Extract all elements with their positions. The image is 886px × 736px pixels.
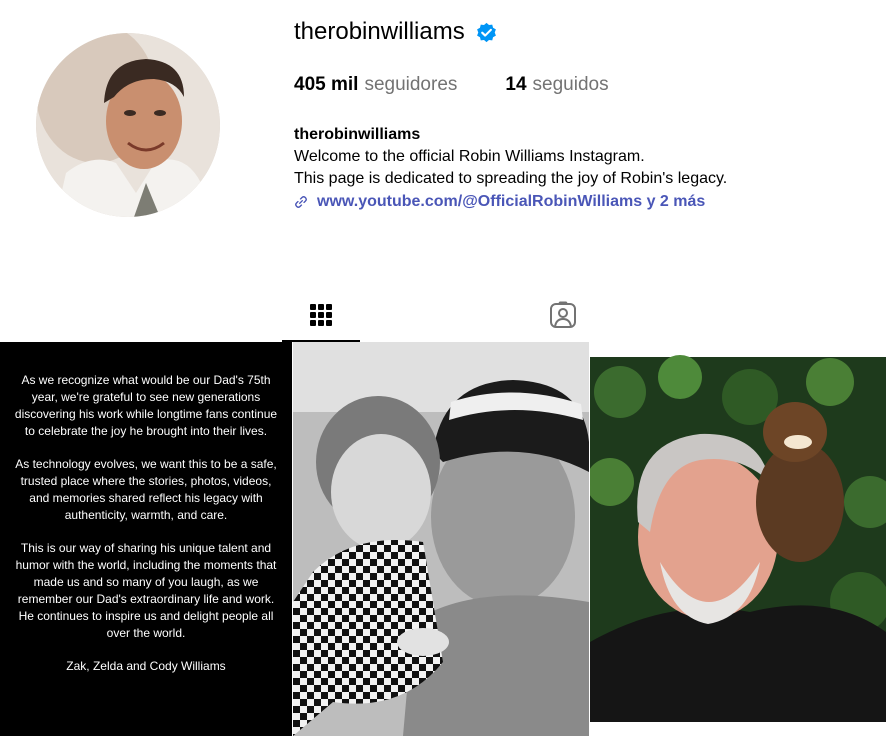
following-stat[interactable]: 14 seguidos	[505, 74, 608, 96]
post-photo-bw[interactable]	[293, 342, 589, 736]
tab-tagged[interactable]	[532, 290, 594, 340]
bio-link-text[interactable]: www.youtube.com/@OfficialRobinWilliams y…	[317, 191, 705, 213]
grid-icon	[310, 304, 332, 326]
profile-stats: 405 mil seguidores 14 seguidos	[294, 74, 609, 96]
post-signature: Zak, Zelda and Cody Williams	[66, 659, 226, 673]
bio-link[interactable]: www.youtube.com/@OfficialRobinWilliams y…	[294, 191, 727, 213]
tagged-icon	[550, 301, 576, 328]
profile-bio: therobinwilliams Welcome to the official…	[294, 124, 727, 213]
followers-count: 405 mil	[294, 74, 359, 95]
following-count: 14	[505, 74, 527, 95]
post-paragraph-3: This is our way of sharing his unique ta…	[15, 541, 277, 640]
followers-stat[interactable]: 405 mil seguidores	[294, 74, 457, 96]
post-text-content: As we recognize what would be our Dad's …	[14, 372, 278, 691]
post-paragraph-1: As we recognize what would be our Dad's …	[14, 373, 278, 438]
tab-posts[interactable]	[282, 290, 360, 342]
avatar-photo	[36, 33, 220, 217]
bio-line-2: This page is dedicated to spreading the …	[294, 170, 728, 187]
bio-name: therobinwilliams	[294, 126, 421, 143]
post-photo-monkey[interactable]	[590, 342, 886, 736]
bio-line-1: Welcome to the official Robin Williams I…	[294, 148, 645, 165]
post-photo-monkey-image	[590, 342, 886, 736]
profile-tabs	[0, 290, 886, 342]
post-text-tribute[interactable]: As we recognize what would be our Dad's …	[0, 342, 292, 736]
link-icon	[295, 196, 307, 208]
verified-badge-icon	[476, 22, 496, 42]
followers-label: seguidores	[364, 74, 458, 95]
username: therobinwilliams	[294, 18, 465, 45]
profile-avatar[interactable]	[36, 33, 220, 217]
post-paragraph-2: As technology evolves, we want this to b…	[15, 457, 277, 522]
username-row: therobinwilliams	[294, 18, 498, 46]
post-photo-bw-image	[293, 342, 589, 736]
following-label: seguidos	[532, 74, 609, 95]
